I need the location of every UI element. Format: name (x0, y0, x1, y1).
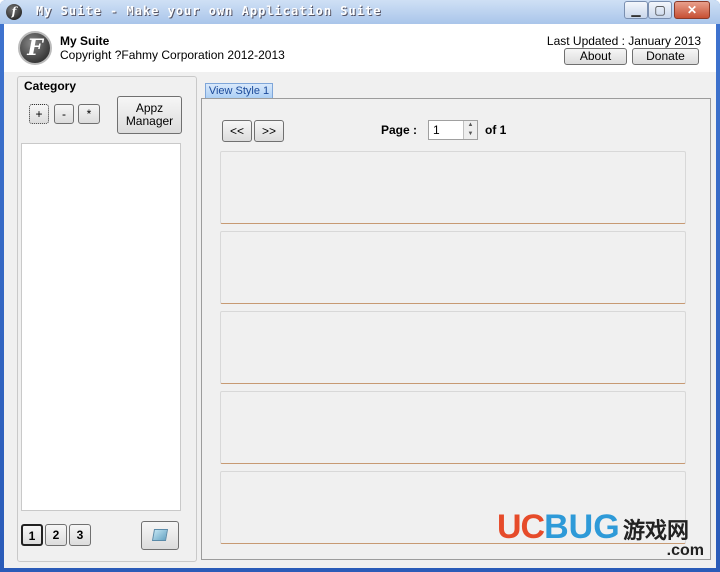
category-label: Category (24, 79, 77, 93)
copyright-text: Copyright ?Fahmy Corporation 2012-2013 (60, 48, 285, 62)
header: F My Suite Copyright ?Fahmy Corporation … (4, 24, 716, 72)
client-area: F My Suite Copyright ?Fahmy Corporation … (4, 24, 716, 568)
logo: F (18, 31, 52, 65)
app-slot-4[interactable] (220, 391, 686, 464)
about-button[interactable]: About (564, 48, 627, 65)
last-updated-text: Last Updated : January 2013 (546, 34, 701, 48)
chevron-down-icon[interactable]: ▼ (464, 130, 477, 139)
spinner-arrows[interactable]: ▲ ▼ (463, 121, 477, 139)
watermark-bug: BUG (544, 508, 620, 546)
page-spinner[interactable]: 1 ▲ ▼ (428, 120, 478, 140)
next-page-button[interactable]: >> (254, 120, 284, 142)
title-bar[interactable]: f My Suite - Make your own Application S… (0, 0, 720, 24)
app-slot-3[interactable] (220, 311, 686, 384)
page-button-2[interactable]: 2 (45, 524, 67, 546)
minimize-icon: ▁ (631, 3, 641, 17)
watermark-uc: UC (497, 508, 545, 546)
category-list[interactable] (21, 143, 181, 511)
app-window: f My Suite - Make your own Application S… (0, 0, 720, 572)
prev-page-button[interactable]: << (222, 120, 252, 142)
app-slot-2[interactable] (220, 231, 686, 304)
watermark-com: .com (666, 542, 704, 559)
close-button[interactable]: ✕ (674, 1, 710, 19)
donate-button[interactable]: Donate (632, 48, 699, 65)
page-label: Page : (381, 123, 418, 137)
eraser-icon (151, 529, 169, 541)
maximize-icon: ▢ (654, 3, 666, 17)
app-name: My Suite (60, 34, 110, 48)
window-title: My Suite - Make your own Application Sui… (36, 4, 382, 18)
app-slot-1[interactable] (220, 151, 686, 224)
page-number-value: 1 (433, 123, 440, 137)
maximize-button[interactable]: ▢ (648, 1, 672, 19)
page-total-label: of 1 (485, 123, 507, 137)
page-button-1[interactable]: 1 (21, 524, 43, 546)
page-button-3[interactable]: 3 (69, 524, 91, 546)
watermark-cn: 游戏网 (623, 518, 690, 543)
app-icon: f (6, 4, 22, 20)
add-category-button[interactable]: + (29, 104, 49, 124)
close-icon: ✕ (686, 3, 698, 17)
clear-button[interactable] (141, 521, 179, 550)
remove-category-button[interactable]: - (54, 104, 74, 124)
star-category-button[interactable]: * (78, 104, 100, 124)
watermark: UCBUG 游戏网 .com (497, 508, 712, 564)
tab-view-style-1[interactable]: View Style 1 (205, 83, 273, 99)
appz-manager-button[interactable]: Appz Manager (117, 96, 182, 134)
chevron-up-icon[interactable]: ▲ (464, 121, 477, 130)
minimize-button[interactable]: ▁ (624, 1, 648, 19)
